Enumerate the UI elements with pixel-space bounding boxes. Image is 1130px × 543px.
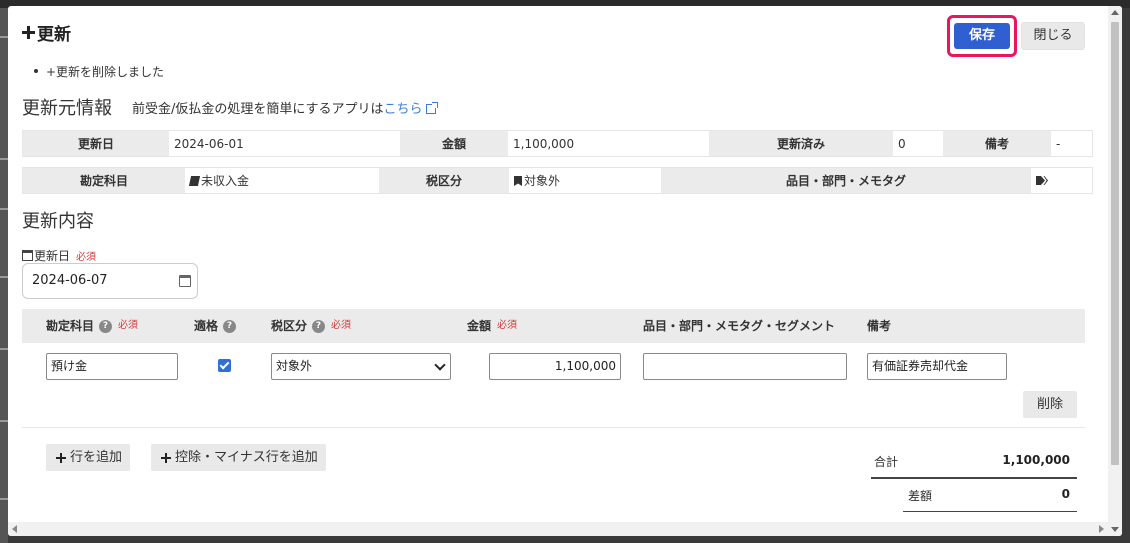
- source-info-heading: 更新元情報: [22, 98, 112, 119]
- source-info-description: 前受金/仮払金の処理を簡単にするアプリはこちら: [132, 98, 438, 117]
- journal-table-header: 勘定科目 ? 必須 適格 ? 税区分 ? 必須 金額 必須 品目・部門・メモタグ…: [22, 309, 1085, 343]
- vertical-scrollbar[interactable]: [1108, 6, 1122, 536]
- help-icon[interactable]: ?: [99, 319, 113, 333]
- bookmark-icon: [514, 176, 522, 186]
- help-icon[interactable]: ?: [312, 319, 326, 333]
- header-items: 品目・部門・メモタグ・セグメント: [643, 319, 836, 333]
- source-info-row-1: 更新日 2024-06-01 金額 1,100,000 更新済み 0 備考 -: [22, 130, 1093, 157]
- header-note: 備考: [867, 319, 892, 333]
- header-amount: 金額 必須: [467, 309, 517, 343]
- scroll-right-icon[interactable]: [1099, 525, 1104, 533]
- source-amount-label: 金額: [400, 131, 508, 156]
- source-account-value: 未収入金: [185, 168, 379, 193]
- plus-icon: [161, 452, 171, 463]
- note-input[interactable]: 有価証券売却代金: [867, 353, 1007, 380]
- source-items-label: 品目・部門・メモタグ: [661, 168, 1031, 193]
- add-minus-row-button[interactable]: 控除・マイナス行を追加: [151, 444, 326, 471]
- tags-icon: [1036, 176, 1048, 186]
- calendar-icon: [22, 250, 33, 261]
- horizontal-scrollbar[interactable]: [8, 522, 1108, 536]
- source-date-label: 更新日: [23, 131, 169, 156]
- dialog-title-text: 更新: [37, 25, 71, 45]
- source-account-text: 未収入金: [201, 174, 250, 188]
- external-link-icon: [425, 102, 438, 114]
- source-updated-value: 0: [893, 131, 943, 156]
- background-app-sidebar: [0, 8, 8, 543]
- difference-underline: [903, 511, 1077, 512]
- source-tax-text: 対象外: [524, 174, 561, 188]
- required-badge: 必須: [331, 320, 352, 331]
- update-date-input[interactable]: 2024-06-07: [22, 263, 198, 299]
- app-hint-text: 前受金/仮払金の処理を簡単にするアプリは: [132, 102, 384, 117]
- header-account: 勘定科目 ? 必須: [46, 309, 138, 343]
- source-tax-value: 対象外: [509, 168, 661, 193]
- tax-select[interactable]: 対象外: [271, 353, 451, 380]
- app-link[interactable]: こちら: [384, 102, 438, 117]
- total-label: 合計: [874, 455, 899, 469]
- source-info-row-2: 勘定科目 未収入金 税区分 対象外 品目・部門・メモタグ: [22, 167, 1093, 194]
- app-link-text[interactable]: こちら: [384, 102, 423, 117]
- update-date-label: 更新日 必須: [22, 247, 96, 264]
- update-content-heading: 更新内容: [22, 211, 94, 232]
- dialog-content: 更新 保存 閉じる +更新を削除しました 更新元情報 前受金/仮払金の処理を簡単…: [8, 6, 1108, 536]
- add-minus-row-label: 控除・マイナス行を追加: [175, 450, 318, 465]
- items-tags-input[interactable]: [643, 353, 847, 380]
- update-date-label-text: 更新日: [34, 249, 71, 263]
- source-items-value: [1031, 168, 1092, 193]
- tax-select-value: 対象外: [276, 359, 313, 373]
- help-icon[interactable]: ?: [223, 319, 237, 333]
- difference-value: 0: [1061, 487, 1070, 501]
- divider: [22, 427, 1085, 428]
- calendar-picker-icon[interactable]: [179, 275, 191, 287]
- save-button-highlight: 保存: [947, 15, 1017, 57]
- scrollbar-thumb[interactable]: [1111, 22, 1119, 465]
- source-note-label: 備考: [943, 131, 1051, 156]
- header-amount-text: 金額: [467, 319, 492, 333]
- plus-icon: [56, 452, 66, 463]
- account-input[interactable]: 預け金: [46, 353, 178, 380]
- source-note-value: -: [1051, 131, 1092, 156]
- update-dialog: 更新 保存 閉じる +更新を削除しました 更新元情報 前受金/仮払金の処理を簡単…: [8, 6, 1122, 536]
- source-account-label: 勘定科目: [23, 168, 185, 193]
- add-row-button[interactable]: 行を追加: [46, 444, 131, 471]
- scroll-down-icon[interactable]: [1111, 527, 1119, 532]
- header-tax-text: 税区分: [271, 319, 308, 333]
- add-row-label: 行を追加: [70, 450, 123, 465]
- eligible-checkbox[interactable]: [218, 359, 231, 372]
- update-date-value: 2024-06-07: [32, 273, 108, 288]
- header-eligible: 適格 ?: [194, 309, 237, 343]
- book-icon: [188, 176, 201, 186]
- header-tax: 税区分 ? 必須: [271, 309, 351, 343]
- required-badge: 必須: [497, 320, 518, 331]
- scroll-left-icon[interactable]: [12, 525, 17, 533]
- source-date-value: 2024-06-01: [169, 131, 400, 156]
- source-tax-label: 税区分: [379, 168, 509, 193]
- total-value: 1,100,000: [1002, 453, 1070, 467]
- amount-input[interactable]: 1,100,000: [489, 353, 621, 380]
- required-badge: 必須: [76, 252, 97, 263]
- plus-icon: [22, 26, 35, 39]
- required-badge: 必須: [118, 320, 139, 331]
- save-button[interactable]: 保存: [954, 23, 1010, 49]
- source-amount-value: 1,100,000: [508, 131, 709, 156]
- scroll-up-icon[interactable]: [1111, 10, 1119, 15]
- total-underline: [871, 477, 1077, 479]
- difference-label: 差額: [908, 489, 933, 503]
- chevron-down-icon: [434, 359, 446, 371]
- close-button[interactable]: 閉じる: [1021, 22, 1085, 50]
- header-eligible-text: 適格: [194, 319, 219, 333]
- source-updated-label: 更新済み: [709, 131, 893, 156]
- dialog-title: 更新: [22, 20, 71, 45]
- header-account-text: 勘定科目: [46, 319, 95, 333]
- delete-notice: +更新を削除しました: [33, 65, 165, 79]
- delete-row-button[interactable]: 削除: [1023, 391, 1077, 418]
